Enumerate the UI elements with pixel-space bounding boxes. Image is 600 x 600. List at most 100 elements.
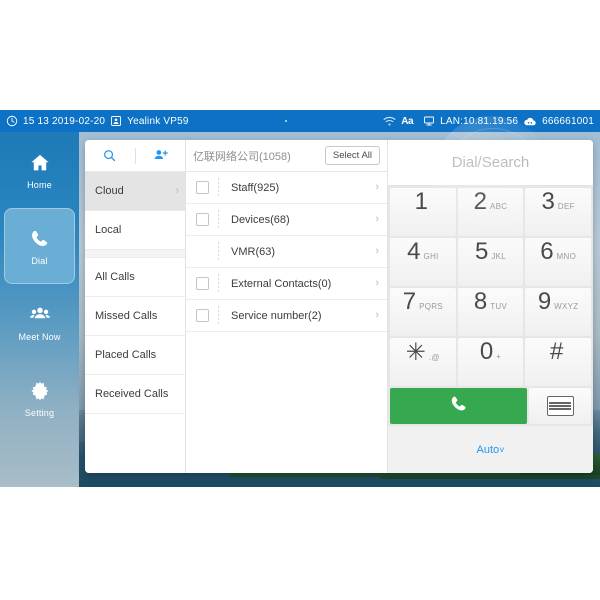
add-contact-icon[interactable] <box>136 140 186 171</box>
dial-key-4[interactable]: 4 GHI <box>390 238 456 286</box>
sidebar-item-meet-now[interactable]: Meet Now <box>0 284 79 360</box>
directory-item-cloud[interactable]: Cloud › <box>85 172 185 211</box>
dial-key-digit: 9 <box>537 288 552 315</box>
dial-key-5[interactable]: 5 JKL <box>457 238 524 286</box>
clock-icon <box>6 115 18 127</box>
status-lan-text: LAN:10.81.19.56 <box>440 115 519 127</box>
dial-key-letters: PQRS <box>419 302 443 311</box>
directory-item-label: All Calls <box>95 271 135 283</box>
sidebar-item-home[interactable]: Home <box>0 132 79 208</box>
dial-key-star[interactable]: ✳ .@ <box>390 338 456 386</box>
row-checkbox-cell[interactable] <box>186 309 218 322</box>
directory-item-label: Missed Calls <box>95 310 158 322</box>
dial-search-placeholder: Dial/Search <box>451 154 530 171</box>
dial-key-9[interactable]: 9 WXYZ <box>525 288 591 336</box>
directory-item-label: Local <box>95 224 122 236</box>
dial-key-digit: 1 <box>414 188 428 215</box>
checkbox[interactable] <box>195 309 209 322</box>
dial-key-3[interactable]: 3 DEF <box>525 188 591 236</box>
table-row[interactable]: Staff(925) › <box>186 172 387 204</box>
status-dot-icon <box>284 120 287 122</box>
dial-key-hash[interactable]: # <box>525 338 591 386</box>
dial-key-1[interactable]: 1 <box>390 188 456 236</box>
sidebar-item-label: Home <box>27 179 52 190</box>
keyboard-icon <box>546 396 574 416</box>
dial-key-digit: 4 <box>407 238 421 265</box>
dialpad-column: Dial/Search 1 2 ABC 3 DEF 4 GHI 5 JKL 6 … <box>388 140 593 473</box>
directory-item-received-calls[interactable]: Received Calls <box>85 375 185 414</box>
checkbox[interactable] <box>195 277 209 290</box>
status-bar-left: 15 13 2019-02-20 Yealink VP59 <box>0 115 189 127</box>
dial-key-6[interactable]: 6 MNO <box>525 238 591 286</box>
dial-key-letters: ABC <box>489 202 508 211</box>
dial-key-digit: 8 <box>473 288 488 315</box>
sidebar-item-label: Meet Now <box>18 331 61 342</box>
dial-mode-selector[interactable]: Auto˅ <box>477 444 505 456</box>
device-screen: 15 13 2019-02-20 Yealink VP59 Aa LAN:10.… <box>0 110 600 487</box>
dial-key-digit: ✳ <box>405 339 426 366</box>
sidebar-item-setting[interactable]: Setting <box>0 360 79 436</box>
chevron-down-icon: ˅ <box>499 444 505 455</box>
call-button[interactable] <box>390 388 527 424</box>
sidebar-item-label: Setting <box>24 407 55 418</box>
dial-key-7[interactable]: 7 PQRS <box>390 288 456 336</box>
wifi-icon <box>383 116 396 127</box>
contact-group-label: External Contacts(0) <box>231 277 332 290</box>
dial-key-8[interactable]: 8 TUV <box>457 288 524 336</box>
row-checkbox-cell[interactable] <box>186 181 218 194</box>
keyboard-button[interactable] <box>529 388 591 424</box>
dialpad-keys: 1 2 ABC 3 DEF 4 GHI 5 JKL 6 MNO 7 PQRS 8… <box>388 186 593 388</box>
dial-key-letters: .@ <box>428 353 440 362</box>
dial-search-input[interactable]: Dial/Search <box>388 140 593 186</box>
dial-key-digit: 2 <box>473 188 487 215</box>
checkbox[interactable] <box>195 213 209 226</box>
contacts-header: 亿联网络公司(1058) Select All <box>186 140 387 172</box>
chevron-right-icon[interactable]: › <box>375 278 379 289</box>
chevron-right-icon[interactable]: › <box>375 182 379 193</box>
dial-key-letters: MNO <box>556 252 577 261</box>
gear-icon <box>28 379 52 403</box>
input-method-icon: Aa <box>401 115 414 127</box>
contact-group-label: VMR(63) <box>231 245 276 258</box>
search-icon[interactable] <box>85 140 135 171</box>
dialpad-actions <box>388 388 593 426</box>
dial-key-digit: 6 <box>540 238 554 265</box>
directory-item-local[interactable]: Local <box>85 211 185 250</box>
row-checkbox-cell[interactable] <box>186 277 218 290</box>
table-row[interactable]: External Contacts(0) › <box>186 268 387 300</box>
contact-group-label: Service number(2) <box>231 309 322 322</box>
status-bar-right: Aa LAN:10.81.19.56 666661001 <box>383 115 600 127</box>
directory-column: Cloud › Local All Calls Missed Calls Pla… <box>85 140 186 473</box>
screenshot-root: 15 13 2019-02-20 Yealink VP59 Aa LAN:10.… <box>0 0 600 600</box>
row-checkbox-cell[interactable] <box>186 213 218 226</box>
directory-item-label: Cloud <box>95 185 124 197</box>
dial-key-letters: GHI <box>423 252 439 261</box>
device-icon <box>110 115 122 127</box>
directory-toolbar <box>85 140 185 172</box>
dial-key-digit: 5 <box>474 238 489 265</box>
sidebar-item-dial[interactable]: Dial <box>4 208 75 284</box>
table-row[interactable]: Devices(68) › <box>186 204 387 236</box>
directory-item-placed-calls[interactable]: Placed Calls <box>85 336 185 375</box>
table-row[interactable]: VMR(63) › <box>186 236 387 268</box>
home-icon <box>28 151 52 175</box>
main-card: Cloud › Local All Calls Missed Calls Pla… <box>85 140 593 473</box>
dial-key-0[interactable]: 0 + <box>457 338 524 386</box>
table-row[interactable]: Service number(2) › <box>186 300 387 332</box>
chevron-right-icon[interactable]: › <box>375 214 379 225</box>
contact-group-label: Staff(925) <box>231 181 280 194</box>
select-all-button[interactable]: Select All <box>324 146 380 165</box>
checkbox[interactable] <box>195 181 209 194</box>
directory-item-missed-calls[interactable]: Missed Calls <box>85 297 185 336</box>
sidebar: Home Dial Meet Now Setting <box>0 132 79 487</box>
row-checkbox-cell <box>186 246 218 257</box>
dial-key-2[interactable]: 2 ABC <box>457 188 524 236</box>
dial-key-digit: 3 <box>541 188 555 215</box>
directory-section-divider <box>85 250 185 258</box>
directory-item-all-calls[interactable]: All Calls <box>85 258 185 297</box>
contacts-title: 亿联网络公司(1058) <box>193 150 291 163</box>
chevron-right-icon[interactable]: › <box>375 246 379 257</box>
phone-icon <box>28 227 52 251</box>
chevron-right-icon[interactable]: › <box>375 310 379 321</box>
network-icon <box>423 115 435 127</box>
